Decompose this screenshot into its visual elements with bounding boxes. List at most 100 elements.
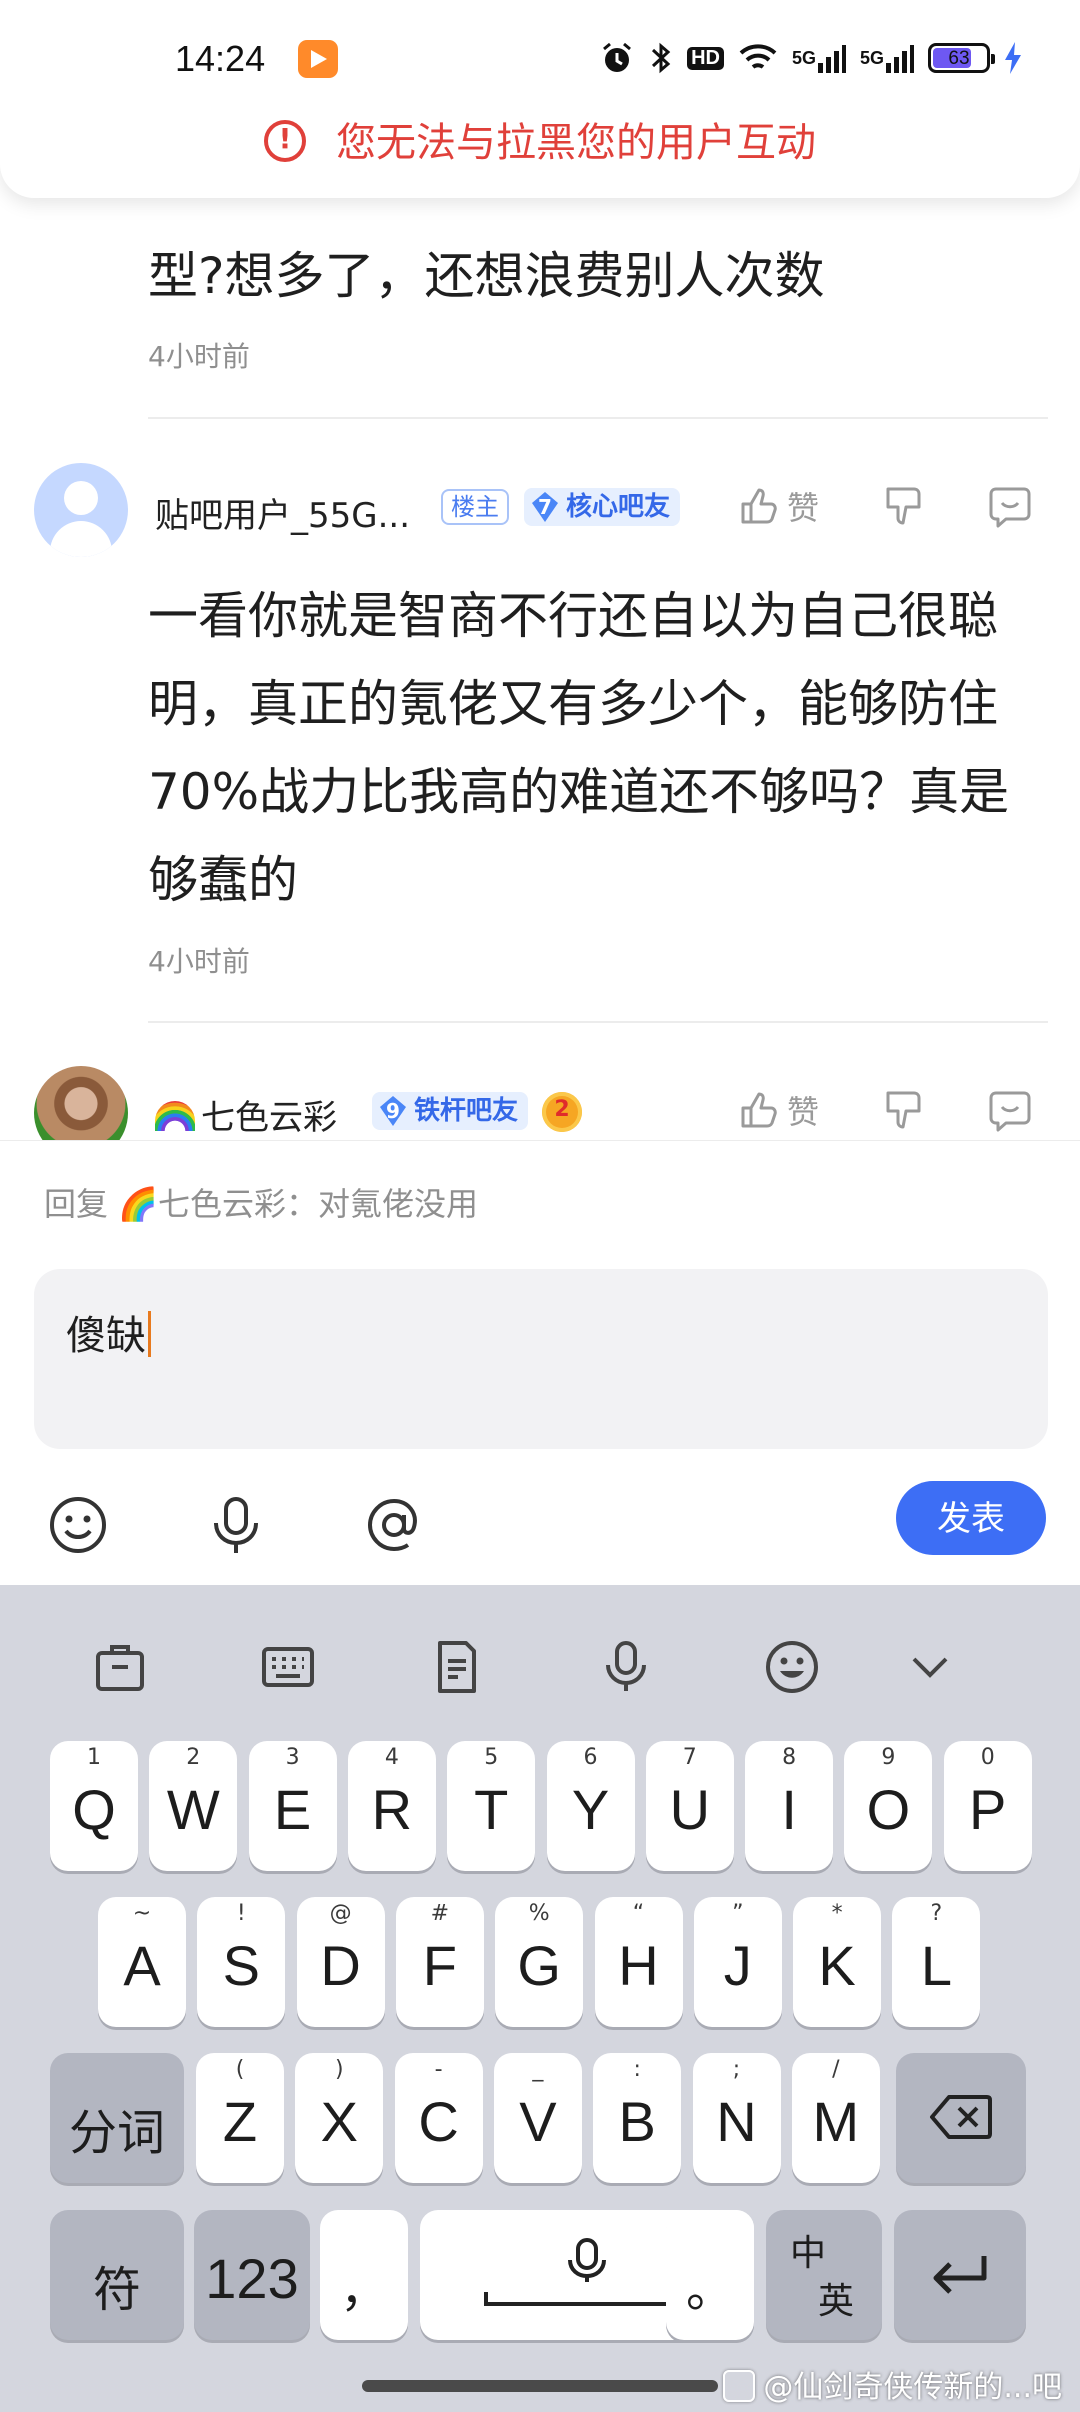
comment-icon — [989, 487, 1031, 528]
reply-input[interactable]: 傻缺 — [34, 1269, 1048, 1449]
dislike-button[interactable] — [882, 1089, 926, 1133]
key-hint: 6 — [583, 1745, 598, 1770]
signal-icon: 5G — [860, 43, 914, 73]
comment-icon — [989, 1091, 1031, 1132]
key-j[interactable]: ” J — [693, 1897, 782, 2027]
key-g[interactable]: % G — [495, 1897, 584, 2027]
key-letter: C — [418, 2090, 459, 2153]
top-notification-card: 14:24 HD 5G 5G 63 您无法与拉黑您的用户互动 — [0, 0, 1080, 198]
key-o[interactable]: 9O — [844, 1741, 933, 1871]
avatar[interactable] — [34, 463, 128, 557]
key-hint: ! — [236, 1901, 246, 1926]
owner-tag: 楼主 — [441, 489, 509, 525]
key-e[interactable]: 3E — [248, 1741, 337, 1871]
key-a[interactable]: ~ A — [98, 1897, 186, 2027]
key-z[interactable]: (Z — [196, 2053, 284, 2183]
key-h[interactable]: “H — [594, 1897, 683, 2027]
enter-key[interactable] — [894, 2210, 1026, 2340]
key-hint: ) — [335, 2057, 344, 2082]
key-letter: R — [371, 1778, 413, 1841]
key-hint: 0 — [980, 1745, 995, 1770]
key-m[interactable]: / M — [791, 2053, 880, 2183]
keyboard-emoji-icon[interactable] — [762, 1637, 822, 1697]
key-q[interactable]: 1Q — [50, 1741, 138, 1871]
notes-icon[interactable] — [426, 1637, 486, 1697]
watermark: @仙剑奇侠传新的...吧 — [723, 2362, 1062, 2406]
key-hint: 7 — [682, 1745, 697, 1770]
key-t[interactable]: 5T — [447, 1741, 536, 1871]
key-hint: ? — [930, 1901, 943, 1926]
period-key[interactable]: 。 — [666, 2210, 754, 2340]
key-letter: T — [474, 1778, 509, 1841]
level-number: 9 — [386, 1099, 400, 1123]
segment-key[interactable]: 分词 — [50, 2053, 184, 2183]
reply-button[interactable] — [988, 1089, 1032, 1133]
key-hint: # — [430, 1901, 450, 1926]
key-i[interactable]: 8I — [745, 1741, 834, 1871]
backspace-key[interactable] — [896, 2053, 1026, 2183]
warning-icon — [264, 120, 306, 162]
level-title: 核心吧友 — [566, 492, 671, 522]
key-w[interactable]: 2W — [149, 1741, 238, 1871]
key-v[interactable]: _ V — [493, 2053, 582, 2183]
dislike-button[interactable] — [882, 485, 926, 529]
clipboard-icon[interactable] — [90, 1637, 150, 1697]
comment-text-line: 70%战力比我高的难道还不够吗？真是 — [148, 763, 1010, 821]
key-k[interactable]: * K — [793, 1897, 882, 2027]
key-letter: H — [618, 1934, 659, 1997]
reply-input-value[interactable]: 傻缺 — [66, 1303, 151, 1361]
space-voice-icon — [484, 2238, 690, 2306]
key-letter: E — [273, 1778, 312, 1841]
key-n[interactable]: ; N — [692, 2053, 781, 2183]
like-button[interactable]: 赞 — [737, 483, 819, 529]
keyboard-voice-icon[interactable] — [596, 1637, 656, 1697]
home-indicator[interactable] — [362, 2380, 718, 2392]
weibo-icon — [723, 2370, 756, 2402]
send-button[interactable]: 发表 — [896, 1481, 1046, 1555]
key-letter: J — [723, 1934, 752, 1997]
key-r[interactable]: 4R — [347, 1741, 436, 1871]
username[interactable]: 贴吧用户_55G... — [155, 488, 410, 537]
emoji-icon[interactable] — [46, 1493, 110, 1557]
username[interactable]: 七色云彩 — [155, 1090, 337, 1139]
rainbow-emoji-icon — [155, 1101, 195, 1131]
key-hint: 2 — [186, 1745, 201, 1770]
comma-key[interactable]: ， — [320, 2210, 408, 2340]
key-hint: 4 — [384, 1745, 399, 1770]
voice-input-icon[interactable] — [204, 1493, 268, 1557]
key-letter: U — [669, 1778, 711, 1841]
signal-icon: 5G — [792, 43, 846, 73]
key-letter: Q — [72, 1778, 116, 1841]
key-b[interactable]: :B — [593, 2053, 682, 2183]
key-d[interactable]: @ D — [296, 1897, 385, 2027]
like-button[interactable]: 赞 — [737, 1087, 819, 1133]
keyboard-layout-icon[interactable] — [258, 1637, 318, 1697]
key-letter: L — [920, 1934, 952, 1997]
key-letter: K — [818, 1934, 856, 1997]
key-hint: / — [832, 2057, 840, 2082]
thumbs-up-icon — [741, 488, 777, 524]
numeric-key[interactable]: 123 — [194, 2210, 310, 2340]
comment-text-line: 一看你就是智商不行还自以为自己很聪 — [148, 587, 998, 645]
mention-icon[interactable] — [362, 1493, 426, 1557]
collapse-keyboard-icon[interactable] — [900, 1637, 960, 1697]
key-y[interactable]: 6Y — [546, 1741, 635, 1871]
wifi-icon — [738, 42, 778, 74]
key-hint: * — [831, 1901, 843, 1926]
key-hint: - — [434, 2057, 443, 2082]
enter-icon — [933, 2256, 987, 2294]
language-switch-key[interactable]: 中 英 — [766, 2210, 882, 2340]
medal-icon: 2 — [542, 1092, 582, 1132]
thumbs-down-icon — [886, 487, 921, 525]
key-hint: : — [633, 2057, 641, 2082]
key-p[interactable]: 0P — [943, 1741, 1032, 1871]
reply-button[interactable] — [988, 485, 1032, 529]
key-u[interactable]: 7U — [645, 1741, 734, 1871]
symbol-key[interactable]: 符 — [50, 2210, 184, 2340]
key-f[interactable]: # F — [395, 1897, 484, 2027]
key-x[interactable]: ) X — [295, 2053, 384, 2183]
network-label: 5G — [791, 47, 816, 68]
key-s[interactable]: ! S — [197, 1897, 286, 2027]
key-c[interactable]: -C — [394, 2053, 483, 2183]
key-l[interactable]: ? L — [892, 1897, 981, 2027]
